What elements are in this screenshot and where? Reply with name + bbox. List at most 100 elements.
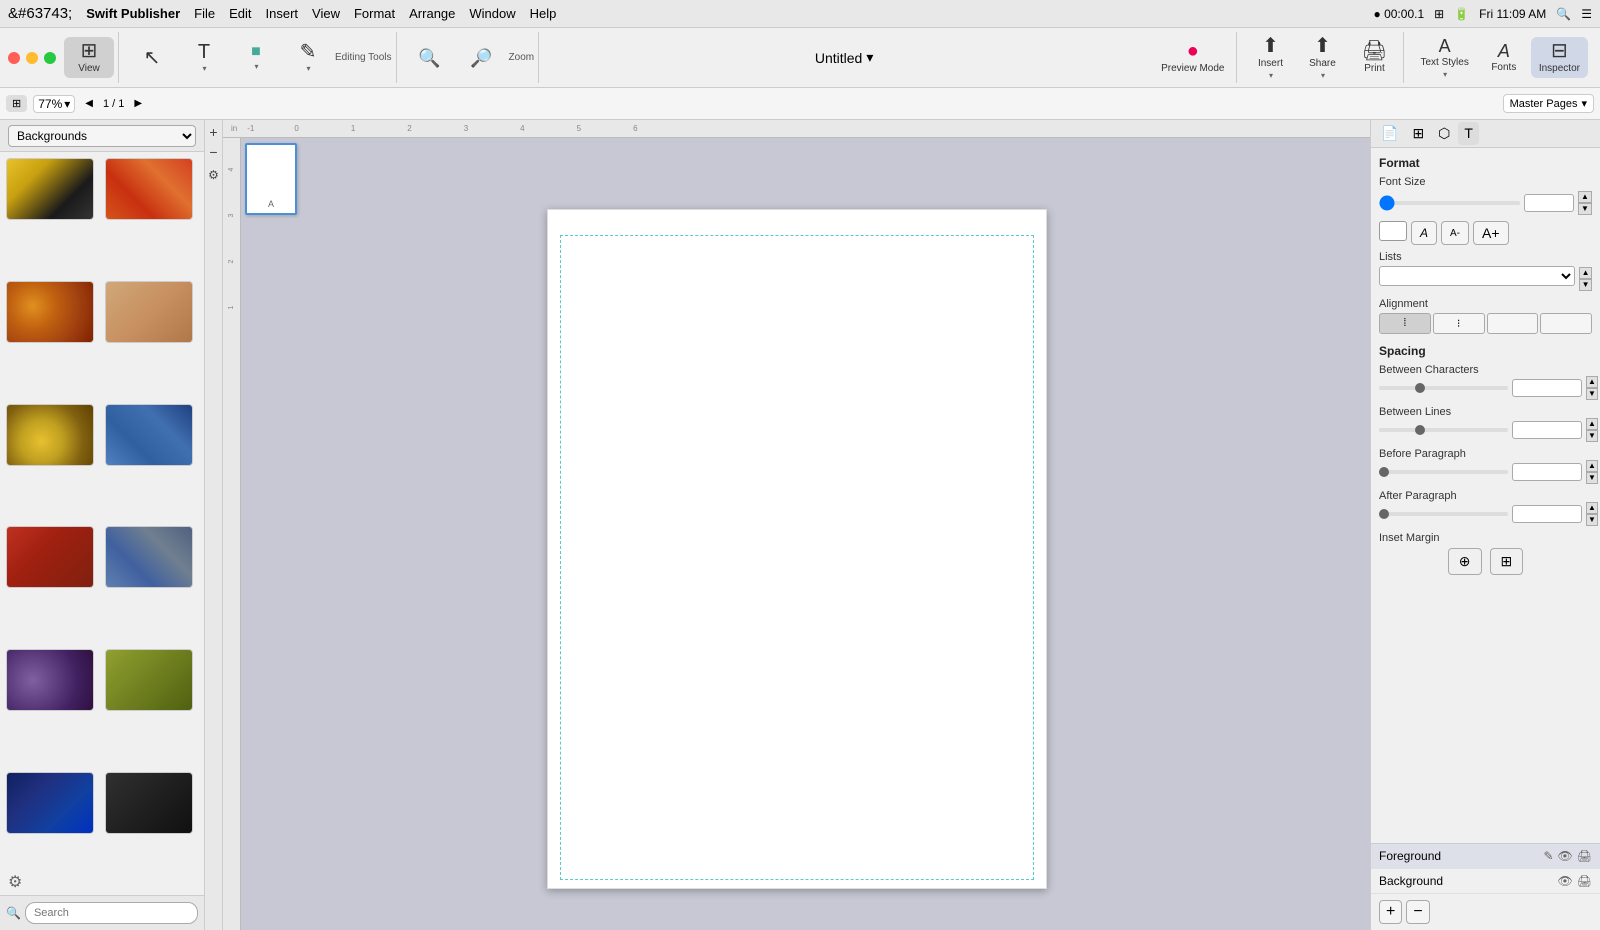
zoom-in-button[interactable]: 🔎 xyxy=(457,45,507,71)
font-size-up[interactable]: ▲ xyxy=(1578,191,1592,203)
inset-margin-grid-button[interactable]: ⊞ xyxy=(1490,548,1524,575)
lists-up[interactable]: ▲ xyxy=(1579,267,1592,279)
after-para-slider[interactable] xyxy=(1379,512,1508,516)
minimize-button[interactable] xyxy=(26,52,38,64)
preview-button[interactable]: ● Preview Mode xyxy=(1153,37,1232,78)
bg-thumbnail-6[interactable] xyxy=(105,404,193,466)
background-visibility-icon[interactable]: 👁 xyxy=(1558,874,1573,888)
zoom-out-canvas-button[interactable]: − xyxy=(209,144,217,160)
foreground-edit-icon[interactable]: ✎ xyxy=(1543,849,1553,863)
bg-thumbnail-4[interactable] xyxy=(105,281,193,343)
align-left-button[interactable]: ⁞ xyxy=(1379,313,1431,334)
menu-file[interactable]: File xyxy=(194,6,215,21)
bg-thumbnail-5[interactable] xyxy=(6,404,94,466)
text-tool-button[interactable]: T ▾ xyxy=(179,38,229,77)
font-size-down[interactable]: ▼ xyxy=(1578,203,1592,215)
zoom-out-button[interactable]: 🔍 xyxy=(405,45,455,71)
zoom-in-canvas-button[interactable]: + xyxy=(209,124,217,140)
gear-icon[interactable]: ⚙ xyxy=(8,874,22,891)
add-layer-button[interactable]: + xyxy=(1379,900,1402,924)
menu-arrange[interactable]: Arrange xyxy=(409,6,455,21)
before-para-slider[interactable] xyxy=(1379,470,1508,474)
bg-thumbnail-2[interactable] xyxy=(105,158,193,220)
bg-thumbnail-8[interactable] xyxy=(105,526,193,588)
menu-view[interactable]: View xyxy=(312,6,340,21)
menu-edit[interactable]: Edit xyxy=(229,6,251,21)
align-center-button[interactable]: ⁝ xyxy=(1433,313,1485,334)
between-lines-slider[interactable] xyxy=(1379,428,1508,432)
zoom-display[interactable]: 77% ▾ xyxy=(33,95,75,113)
inspector-tab-document[interactable]: 📄 xyxy=(1375,122,1404,145)
settings-icon[interactable]: ⚙ xyxy=(208,168,219,182)
master-pages-dropdown[interactable]: Master Pages ▾ xyxy=(1503,94,1594,113)
between-chars-up[interactable]: ▲ xyxy=(1586,376,1598,388)
print-button[interactable]: 🖨 Print xyxy=(1349,37,1399,78)
background-print-icon[interactable]: 🖨 xyxy=(1577,874,1592,888)
text-color-swatch[interactable] xyxy=(1379,221,1407,241)
menu-help[interactable]: Help xyxy=(530,6,557,21)
between-lines-input[interactable] xyxy=(1512,421,1582,439)
font-size-slider[interactable] xyxy=(1379,201,1520,205)
cursor-button[interactable]: ↖ xyxy=(127,44,177,72)
align-right-button[interactable] xyxy=(1487,313,1539,334)
foreground-visibility-icon[interactable]: 👁 xyxy=(1558,849,1573,863)
backgrounds-dropdown[interactable]: Backgrounds xyxy=(8,125,196,147)
after-para-up[interactable]: ▲ xyxy=(1586,502,1598,514)
next-page-button[interactable]: ▶ xyxy=(130,96,146,111)
inspector-button[interactable]: ⊟ Inspector xyxy=(1531,37,1588,78)
bg-thumbnail-12[interactable] xyxy=(105,772,193,834)
between-chars-input[interactable] xyxy=(1512,379,1582,397)
between-lines-up[interactable]: ▲ xyxy=(1586,418,1598,430)
between-chars-down[interactable]: ▼ xyxy=(1586,388,1598,400)
document-title-arrow[interactable]: ▾ xyxy=(866,49,873,66)
apple-menu[interactable]: &#63743; xyxy=(8,5,72,22)
search-icon[interactable]: 🔍 xyxy=(1556,7,1571,21)
bg-thumbnail-7[interactable] xyxy=(6,526,94,588)
prev-page-button[interactable]: ◀ xyxy=(81,96,97,111)
text-box-selection[interactable] xyxy=(560,235,1034,880)
bg-thumbnail-11[interactable] xyxy=(6,772,94,834)
menu-window[interactable]: Window xyxy=(469,6,515,21)
close-button[interactable] xyxy=(8,52,20,64)
bg-thumbnail-1[interactable] xyxy=(6,158,94,220)
inspector-tab-shape[interactable]: ⬡ xyxy=(1432,122,1456,145)
before-para-input[interactable] xyxy=(1512,463,1582,481)
maximize-button[interactable] xyxy=(44,52,56,64)
between-lines-down[interactable]: ▼ xyxy=(1586,430,1598,442)
align-justify-button[interactable]: ⁠ xyxy=(1540,313,1592,334)
before-para-up[interactable]: ▲ xyxy=(1586,460,1598,472)
after-para-down[interactable]: ▼ xyxy=(1586,514,1598,526)
control-center-icon[interactable]: ☰ xyxy=(1581,7,1592,21)
menu-insert[interactable]: Insert xyxy=(266,6,299,21)
larger-text-button[interactable]: A+ xyxy=(1473,221,1509,245)
insert-button[interactable]: ⬆ Insert ▾ xyxy=(1245,32,1295,84)
lists-select[interactable] xyxy=(1379,266,1575,286)
view-button[interactable]: ⊞ View xyxy=(64,37,114,78)
between-chars-slider[interactable] xyxy=(1379,386,1508,390)
background-row[interactable]: Background 👁 🖨 xyxy=(1371,869,1600,894)
lists-down[interactable]: ▼ xyxy=(1579,279,1592,291)
after-para-input[interactable] xyxy=(1512,505,1582,523)
remove-layer-button[interactable]: − xyxy=(1406,900,1429,924)
menu-format[interactable]: Format xyxy=(354,6,395,21)
bg-thumbnail-10[interactable] xyxy=(105,649,193,711)
shape-tool-button[interactable]: ■ ▾ xyxy=(231,40,281,75)
inspector-tab-layout[interactable]: ⊞ xyxy=(1406,122,1430,145)
text-styles-button[interactable]: A Text Styles ▾ xyxy=(1412,33,1476,83)
bg-thumbnail-3[interactable] xyxy=(6,281,94,343)
foreground-row[interactable]: Foreground ✎ 👁 🖨 xyxy=(1371,844,1600,869)
inspector-tab-text[interactable]: T xyxy=(1458,122,1479,145)
fonts-button[interactable]: A Fonts xyxy=(1479,38,1529,77)
inset-margin-layers-button[interactable]: ⊕ xyxy=(1448,548,1482,575)
inspector-content: Format Font Size ▲ ▼ A xyxy=(1371,148,1600,843)
font-size-input[interactable] xyxy=(1524,194,1574,212)
before-para-down[interactable]: ▼ xyxy=(1586,472,1598,484)
grid-view-button[interactable]: ⊞ xyxy=(6,95,27,112)
bg-thumbnail-9[interactable] xyxy=(6,649,94,711)
search-input[interactable] xyxy=(25,902,198,924)
draw-tool-button[interactable]: ✎ ▾ xyxy=(283,38,333,77)
foreground-print-icon[interactable]: 🖨 xyxy=(1577,849,1592,863)
smaller-text-button[interactable]: A- xyxy=(1441,221,1469,245)
share-button[interactable]: ⬆ Share ▾ xyxy=(1297,32,1347,84)
italic-button[interactable]: A xyxy=(1411,221,1437,245)
